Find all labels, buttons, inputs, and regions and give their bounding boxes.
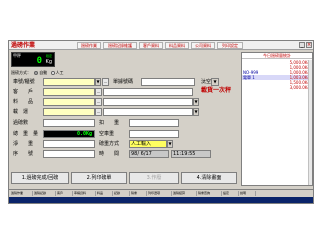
status-cell: 客戶 xyxy=(57,191,73,196)
status-cell: 說明 xyxy=(240,191,256,196)
tab-weighing[interactable]: 過磅作業 xyxy=(77,42,101,49)
radio-auto-label: 自動 xyxy=(39,70,48,75)
mode2-select[interactable]: 人工輸入 xyxy=(129,140,167,148)
title-bar: 過磅作業 過磅作業 過磅記錄維護 客戶資料 料品資料 公司資料 列印設定 _ × xyxy=(9,41,313,50)
scale-tag: 甲秤 xyxy=(13,53,21,58)
customer-code-input[interactable] xyxy=(43,88,95,96)
carrier-browse-button[interactable]: ... xyxy=(95,108,102,116)
weigh-mode: 過磅方式： 自動 人工 xyxy=(11,70,64,76)
status-cell: 設定 xyxy=(223,191,239,196)
deduct-label: 扣 重 xyxy=(99,120,120,126)
status-cell: 磅重 xyxy=(131,191,147,196)
product-label: 料 品 xyxy=(13,99,34,105)
vehicle-input[interactable] xyxy=(43,78,95,86)
carrier-dropdown-icon[interactable]: ▼ xyxy=(193,108,199,116)
radio-manual-label: 人工 xyxy=(55,70,64,75)
vehicle-browse-button[interactable]: ... xyxy=(102,78,109,86)
customer-label: 客 戶 xyxy=(13,89,34,95)
radio-auto[interactable] xyxy=(34,71,39,75)
status-cell: 磅重查詢 xyxy=(198,191,222,196)
weight-display: 0.0Kg xyxy=(43,130,95,138)
close-icon[interactable]: × xyxy=(306,42,312,48)
radio-manual[interactable] xyxy=(50,71,55,75)
scale-no-label: 過磅數 xyxy=(13,120,29,126)
vehicle-dropdown-icon[interactable]: ▼ xyxy=(95,78,101,86)
vehicle-label: 車號/櫃號 xyxy=(13,79,35,85)
summary-scrollbar[interactable] xyxy=(308,60,312,185)
tab-print-setup[interactable]: 列印設定 xyxy=(217,42,243,49)
status-cell: 記錄 xyxy=(114,191,130,196)
print-ticket-button[interactable]: 2.列印磅單 xyxy=(71,172,127,184)
empty-dropdown-icon[interactable]: ▼ xyxy=(211,78,219,86)
weighing-window: 過磅作業 過磅作業 過磅記錄維護 客戶資料 料品資料 公司資料 列印設定 _ ×… xyxy=(8,40,314,204)
carrier-code-input[interactable] xyxy=(43,108,95,116)
tab-products[interactable]: 料品資料 xyxy=(165,42,189,49)
product-browse-button[interactable]: ... xyxy=(95,98,102,106)
empty-button[interactable]: 汰空 xyxy=(201,78,211,86)
customer-name-input[interactable] xyxy=(103,88,193,96)
deduct-input[interactable] xyxy=(129,119,179,127)
scale-unit: Kg xyxy=(45,59,52,65)
serial-label: 序 號 xyxy=(13,151,34,157)
daily-summary-title: 今日過磅量統計 xyxy=(242,53,312,59)
time-display: 11:19:55 xyxy=(171,150,211,158)
customer-browse-button[interactable]: ... xyxy=(95,88,102,96)
mode2-label: 磅重方式 xyxy=(99,141,120,147)
tab-company[interactable]: 公司資料 xyxy=(191,42,215,49)
scale-no-input[interactable] xyxy=(43,119,95,127)
summary-row[interactable]: 3,000.0Kg xyxy=(242,85,312,90)
ticket-label: 單據號碼 xyxy=(113,79,134,85)
void-button[interactable]: 3.作廢 xyxy=(129,172,179,184)
scale-display: 甲秤 穩定 0 Kg xyxy=(11,52,55,67)
complete-weigh-button[interactable]: 1.過磅完成/回磅 xyxy=(11,172,69,184)
weigh-type-banner: 載貨一次秤 xyxy=(201,87,232,94)
status-cell: 過磅記錄 xyxy=(34,191,56,196)
weight-label: 總 重 量 xyxy=(13,131,39,137)
tab-records[interactable]: 過磅記錄維護 xyxy=(103,42,137,49)
product-code-input[interactable] xyxy=(43,98,95,106)
carrier-label: 載 運 xyxy=(13,109,29,115)
mode2-dropdown-icon[interactable]: ▼ xyxy=(167,140,173,148)
serial-input[interactable] xyxy=(43,150,95,158)
net-label: 淨 重 xyxy=(13,141,34,147)
status-cell: 料品 xyxy=(97,191,113,196)
date-display: 98/ 6/17 xyxy=(129,150,169,158)
clear-screen-button[interactable]: 4.清除畫面 xyxy=(181,172,237,184)
status-cell: 列印選項 xyxy=(148,191,172,196)
minimize-icon[interactable]: _ xyxy=(299,42,305,48)
scale-weight: 0 xyxy=(36,56,42,66)
empty-weight-input[interactable] xyxy=(129,130,179,138)
daily-summary-panel: 今日過磅量統計 5,000.0Kg 1,000.0Kg NO-999 1,000.… xyxy=(241,52,313,186)
tab-customers[interactable]: 客戶資料 xyxy=(139,42,163,49)
carrier-name-input[interactable] xyxy=(103,108,193,116)
stable-indicator: 穩定 xyxy=(45,54,52,58)
taskbar xyxy=(9,197,313,203)
app-title: 過磅作業 xyxy=(11,42,36,49)
status-cell: 過磅結算 xyxy=(173,191,197,196)
weigh-mode-label: 過磅方式： xyxy=(11,70,31,75)
status-cell: 車輛資料 xyxy=(74,191,96,196)
net-input[interactable] xyxy=(43,140,95,148)
time-label: 時 間 xyxy=(99,151,120,157)
ticket-input[interactable] xyxy=(141,78,195,86)
empty-weight-label: 空車重 xyxy=(99,131,115,137)
action-bar: 1.過磅完成/回磅 2.列印磅單 3.作廢 4.清除畫面 xyxy=(11,172,239,184)
product-name-input[interactable] xyxy=(103,98,193,106)
status-cell: 過磅作業 xyxy=(11,191,33,196)
status-bar: 過磅作業 過磅記錄 客戶 車輛資料 料品 記錄 磅重 列印選項 過磅結算 磅重查… xyxy=(9,189,313,196)
product-dropdown-icon[interactable]: ▼ xyxy=(193,98,199,106)
